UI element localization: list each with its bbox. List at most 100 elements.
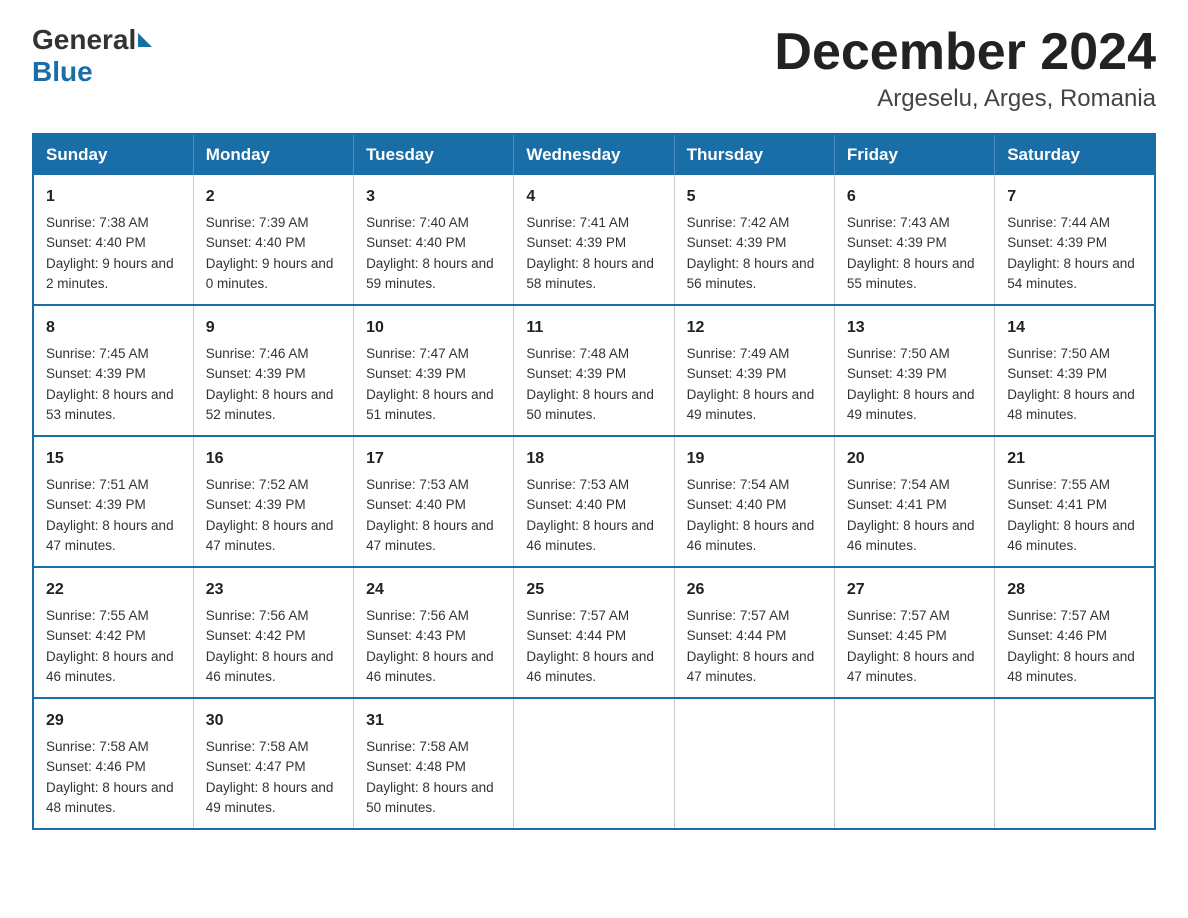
week-row-1: 1Sunrise: 7:38 AMSunset: 4:40 PMDaylight… [33, 175, 1155, 305]
daylight-text: Daylight: 8 hours and 47 minutes. [687, 649, 815, 684]
sunrise-text: Sunrise: 7:58 AM [206, 739, 309, 754]
daylight-text: Daylight: 8 hours and 46 minutes. [847, 518, 975, 553]
daylight-text: Daylight: 8 hours and 48 minutes. [1007, 649, 1135, 684]
week-row-5: 29 Sunrise: 7:58 AM Sunset: 4:46 PM Dayligh… [33, 698, 1155, 829]
week-row-3: 15Sunrise: 7:51 AMSunset: 4:39 PMDayligh… [33, 436, 1155, 567]
calendar-cell: 5Sunrise: 7:42 AMSunset: 4:39 PMDaylight… [674, 175, 834, 305]
sunrise-text: Sunrise: 7:51 AM [46, 477, 149, 492]
daylight-text: Daylight: 8 hours and 54 minutes. [1007, 256, 1135, 291]
calendar-cell: 9Sunrise: 7:46 AMSunset: 4:39 PMDaylight… [193, 305, 353, 436]
daylight-text: Daylight: 8 hours and 56 minutes. [687, 256, 815, 291]
day-header-wednesday: Wednesday [514, 134, 674, 175]
sunset-text: Sunset: 4:45 PM [847, 628, 947, 643]
sunrise-text: Sunrise: 7:57 AM [526, 608, 629, 623]
day-header-friday: Friday [834, 134, 994, 175]
sunrise-text: Sunrise: 7:41 AM [526, 215, 629, 230]
calendar-cell: 24Sunrise: 7:56 AMSunset: 4:43 PMDayligh… [354, 567, 514, 698]
sunset-text: Sunset: 4:46 PM [46, 759, 146, 774]
calendar-table: SundayMondayTuesdayWednesdayThursdayFrid… [32, 133, 1156, 830]
sunset-text: Sunset: 4:47 PM [206, 759, 306, 774]
calendar-cell: 7Sunrise: 7:44 AMSunset: 4:39 PMDaylight… [995, 175, 1155, 305]
calendar-cell: 18Sunrise: 7:53 AMSunset: 4:40 PMDayligh… [514, 436, 674, 567]
calendar-cell: 17Sunrise: 7:53 AMSunset: 4:40 PMDayligh… [354, 436, 514, 567]
sunrise-text: Sunrise: 7:55 AM [1007, 477, 1110, 492]
day-header-thursday: Thursday [674, 134, 834, 175]
calendar-cell [995, 698, 1155, 829]
daylight-text: Daylight: 8 hours and 46 minutes. [1007, 518, 1135, 553]
calendar-cell: 30Sunrise: 7:58 AMSunset: 4:47 PMDayligh… [193, 698, 353, 829]
day-number: 20 [847, 447, 982, 471]
calendar-cell: 25Sunrise: 7:57 AMSunset: 4:44 PMDayligh… [514, 567, 674, 698]
sunrise-text: Sunrise: 7:54 AM [847, 477, 950, 492]
calendar-cell: 20Sunrise: 7:54 AMSunset: 4:41 PMDayligh… [834, 436, 994, 567]
daylight-text: Daylight: 8 hours and 50 minutes. [526, 387, 654, 422]
sunrise-text: Sunrise: 7:58 AM [46, 739, 149, 754]
day-number: 27 [847, 578, 982, 602]
calendar-cell: 22Sunrise: 7:55 AMSunset: 4:42 PMDayligh… [33, 567, 193, 698]
sunset-text: Sunset: 4:39 PM [847, 235, 947, 250]
day-number: 3 [366, 185, 501, 209]
day-number: 25 [526, 578, 661, 602]
day-number: 31 [366, 709, 501, 733]
sunrise-text: Sunrise: 7:40 AM [366, 215, 469, 230]
sunset-text: Sunset: 4:39 PM [46, 497, 146, 512]
day-number: 30 [206, 709, 341, 733]
day-number: 26 [687, 578, 822, 602]
daylight-text: Daylight: 8 hours and 46 minutes. [206, 649, 334, 684]
day-number: 24 [366, 578, 501, 602]
day-header-sunday: Sunday [33, 134, 193, 175]
sunset-text: Sunset: 4:40 PM [46, 235, 146, 250]
sunrise-text: Sunrise: 7:53 AM [526, 477, 629, 492]
sunrise-text: Sunrise: 7:39 AM [206, 215, 309, 230]
month-title: December 2024 [774, 24, 1156, 81]
sunset-text: Sunset: 4:44 PM [526, 628, 626, 643]
calendar-cell [514, 698, 674, 829]
day-number: 21 [1007, 447, 1142, 471]
sunrise-text: Sunrise: 7:57 AM [1007, 608, 1110, 623]
calendar-cell [674, 698, 834, 829]
sunset-text: Sunset: 4:40 PM [526, 497, 626, 512]
logo: General Blue [32, 24, 152, 88]
sunrise-text: Sunrise: 7:44 AM [1007, 215, 1110, 230]
day-number: 10 [366, 316, 501, 340]
daylight-text: Daylight: 8 hours and 47 minutes. [847, 649, 975, 684]
sunrise-text: Sunrise: 7:46 AM [206, 346, 309, 361]
sunset-text: Sunset: 4:39 PM [687, 235, 787, 250]
sunrise-text: Sunrise: 7:50 AM [847, 346, 950, 361]
calendar-cell: 31Sunrise: 7:58 AMSunset: 4:48 PMDayligh… [354, 698, 514, 829]
daylight-text: Daylight: 8 hours and 58 minutes. [526, 256, 654, 291]
daylight-text: Daylight: 8 hours and 52 minutes. [206, 387, 334, 422]
sunrise-text: Sunrise: 7:50 AM [1007, 346, 1110, 361]
day-header-saturday: Saturday [995, 134, 1155, 175]
calendar-cell: 29 Sunrise: 7:58 AM Sunset: 4:46 PM Dayligh… [33, 698, 193, 829]
calendar-cell: 10Sunrise: 7:47 AMSunset: 4:39 PMDayligh… [354, 305, 514, 436]
location-title: Argeselu, Arges, Romania [774, 85, 1156, 113]
calendar-cell: 15Sunrise: 7:51 AMSunset: 4:39 PMDayligh… [33, 436, 193, 567]
daylight-text: Daylight: 8 hours and 48 minutes. [46, 780, 174, 815]
daylight-text: Daylight: 8 hours and 47 minutes. [46, 518, 174, 553]
calendar-cell: 26Sunrise: 7:57 AMSunset: 4:44 PMDayligh… [674, 567, 834, 698]
calendar-cell: 4Sunrise: 7:41 AMSunset: 4:39 PMDaylight… [514, 175, 674, 305]
sunrise-text: Sunrise: 7:57 AM [687, 608, 790, 623]
calendar-cell: 1Sunrise: 7:38 AMSunset: 4:40 PMDaylight… [33, 175, 193, 305]
day-number: 6 [847, 185, 982, 209]
daylight-text: Daylight: 8 hours and 55 minutes. [847, 256, 975, 291]
sunset-text: Sunset: 4:42 PM [206, 628, 306, 643]
daylight-text: Daylight: 8 hours and 47 minutes. [366, 518, 494, 553]
sunrise-text: Sunrise: 7:52 AM [206, 477, 309, 492]
sunrise-text: Sunrise: 7:45 AM [46, 346, 149, 361]
sunrise-text: Sunrise: 7:56 AM [366, 608, 469, 623]
logo-blue-text: Blue [32, 56, 93, 88]
week-row-4: 22Sunrise: 7:55 AMSunset: 4:42 PMDayligh… [33, 567, 1155, 698]
day-number: 12 [687, 316, 822, 340]
sunset-text: Sunset: 4:40 PM [206, 235, 306, 250]
daylight-text: Daylight: 8 hours and 49 minutes. [687, 387, 815, 422]
day-number: 7 [1007, 185, 1142, 209]
sunrise-text: Sunrise: 7:47 AM [366, 346, 469, 361]
sunset-text: Sunset: 4:39 PM [366, 366, 466, 381]
day-number: 14 [1007, 316, 1142, 340]
day-number: 29 [46, 709, 181, 733]
sunset-text: Sunset: 4:46 PM [1007, 628, 1107, 643]
calendar-cell: 2Sunrise: 7:39 AMSunset: 4:40 PMDaylight… [193, 175, 353, 305]
sunrise-text: Sunrise: 7:43 AM [847, 215, 950, 230]
